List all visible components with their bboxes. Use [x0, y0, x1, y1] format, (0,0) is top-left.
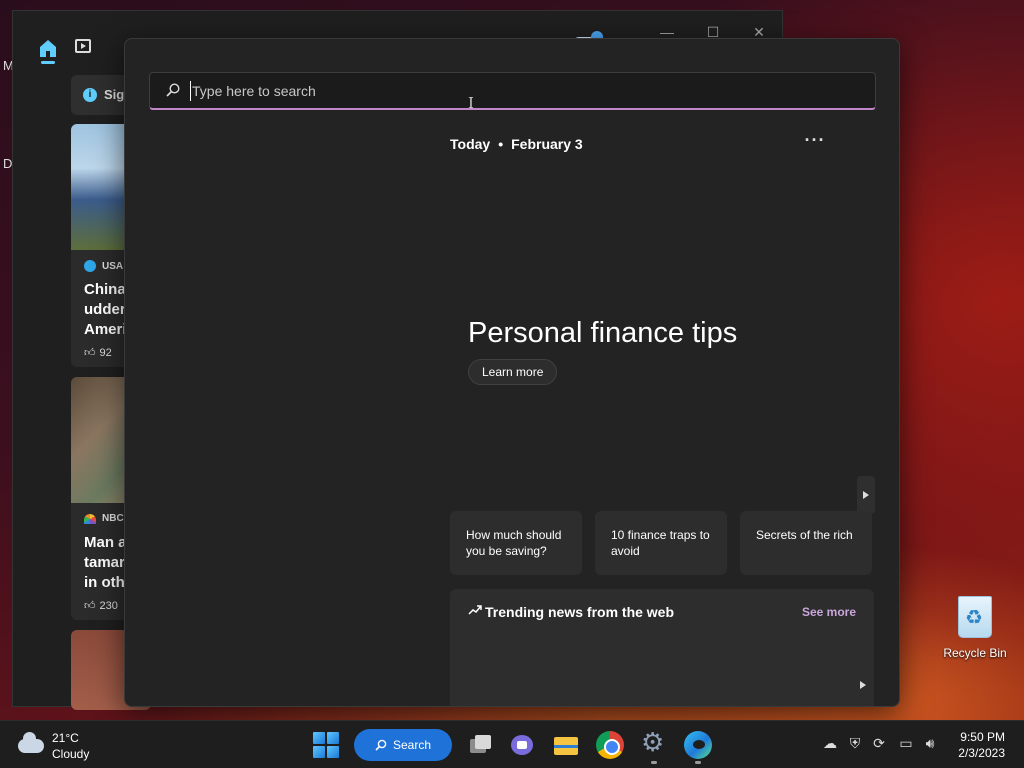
see-more-link[interactable]: See more: [802, 605, 856, 619]
carousel-next-icon[interactable]: [857, 476, 875, 514]
weather-desc: Cloudy: [52, 747, 90, 761]
mouse-text-cursor-icon: I: [468, 94, 474, 112]
weather-temp: 21°C: [52, 731, 79, 745]
weather-widget[interactable]: 21°C Cloudy: [18, 730, 89, 762]
volume-icon[interactable]: 🔊︎: [921, 735, 939, 753]
date-header: Today • February 3: [450, 136, 583, 152]
like-count-value: 92: [99, 346, 112, 359]
date-label: February 3: [511, 136, 583, 152]
news-card-source: NBC: [84, 513, 124, 524]
thumbs-up-icon: 👍︎: [84, 347, 96, 359]
hero-title: Personal finance tips: [468, 317, 738, 349]
running-indicator: [695, 761, 701, 764]
sync-icon[interactable]: ⟳: [870, 735, 888, 753]
more-options-button[interactable]: ···: [801, 131, 829, 153]
search-icon: [166, 83, 180, 97]
chrome-icon[interactable]: [596, 731, 624, 759]
trending-panel: Trending news from the web See more: [450, 589, 874, 706]
nbc-logo-icon: [84, 513, 96, 524]
display-icon[interactable]: ▭: [897, 735, 915, 753]
like-count-value: 230: [99, 599, 118, 612]
settings-icon[interactable]: [640, 728, 668, 759]
onedrive-icon[interactable]: ☁: [821, 735, 839, 753]
home-icon[interactable]: [37, 37, 59, 61]
like-count[interactable]: 👍︎ 230: [84, 599, 118, 613]
info-icon: i: [83, 88, 97, 102]
taskbar-search-button[interactable]: Search: [354, 729, 452, 761]
recycle-bin[interactable]: Recycle Bin: [940, 596, 1010, 660]
date-prefix: Today: [450, 136, 491, 152]
trending-icon: [468, 605, 482, 615]
home-active-indicator: [41, 61, 55, 64]
tip-card[interactable]: How much should you be saving?: [450, 511, 582, 575]
taskbar-search-label: Search: [392, 738, 432, 752]
recycle-bin-icon: [958, 596, 992, 638]
file-explorer-icon[interactable]: [552, 731, 580, 759]
learn-more-button[interactable]: Learn more: [468, 359, 558, 385]
task-view-icon[interactable]: [466, 731, 494, 759]
desktop-edge-label: D: [3, 156, 13, 171]
system-clock[interactable]: 9:50 PM 2/3/2023: [958, 729, 1005, 761]
tip-card[interactable]: 10 finance traps to avoid: [595, 511, 727, 575]
trending-next-icon[interactable]: [858, 676, 870, 698]
trending-title: Trending news from the web: [485, 604, 675, 620]
source-name: NBC: [102, 513, 124, 524]
date-separator: •: [498, 136, 504, 152]
tip-card[interactable]: Secrets of the rich: [740, 511, 872, 575]
start-icon[interactable]: [313, 732, 339, 758]
clock-time: 9:50 PM: [960, 730, 1005, 744]
like-count[interactable]: 👍︎ 92: [84, 346, 112, 360]
search-icon: [375, 739, 387, 751]
edge-icon[interactable]: [684, 731, 712, 759]
weather-text: 21°C Cloudy: [52, 730, 89, 762]
cloud-icon: [18, 732, 44, 753]
running-indicator: [651, 761, 657, 764]
video-icon[interactable]: [75, 39, 91, 53]
recycle-bin-label: Recycle Bin: [943, 646, 1007, 660]
search-box[interactable]: [149, 72, 876, 110]
search-flyout: I Today • February 3 ··· Personal financ…: [124, 38, 900, 707]
thumbs-up-icon: 👍︎: [84, 600, 96, 612]
clock-date: 2/3/2023: [958, 746, 1005, 760]
teams-chat-icon[interactable]: [508, 731, 536, 759]
taskbar: 21°C Cloudy Search ☁ ⛨ ⟳ ▭ 🔊︎ 9:50 PM 2/…: [0, 720, 1024, 768]
source-logo-icon: [84, 260, 96, 272]
security-icon[interactable]: ⛨: [846, 735, 864, 753]
search-input[interactable]: [190, 81, 790, 101]
